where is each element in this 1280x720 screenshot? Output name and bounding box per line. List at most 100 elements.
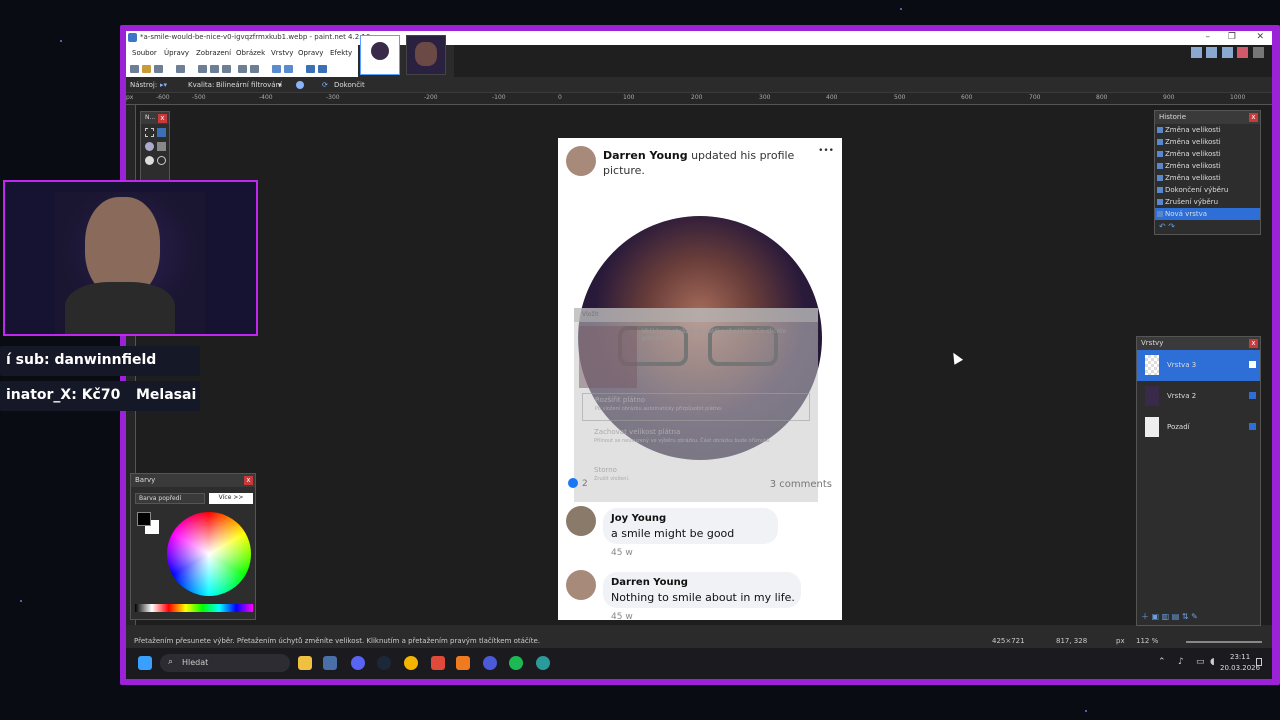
maximize-button[interactable]: ❐ (1228, 32, 1236, 42)
print-icon[interactable] (176, 65, 185, 73)
primary-color-swatch[interactable] (137, 512, 151, 526)
undo-history-icon[interactable]: ↶ ↷ (1159, 222, 1175, 231)
blend-icon[interactable] (296, 81, 304, 89)
clock-date[interactable]: 20.03.2026 (1220, 664, 1260, 672)
history-item[interactable]: Dokončení výběru (1155, 184, 1260, 196)
history-item-selected[interactable]: Nová vrstva (1155, 208, 1260, 220)
tray-chevron-icon[interactable]: ⌃ (1158, 657, 1166, 667)
unit-select[interactable]: px (1116, 637, 1125, 645)
undo-icon[interactable] (272, 65, 281, 73)
layer-visibility-checkbox[interactable] (1249, 361, 1256, 368)
firefox-icon[interactable] (456, 656, 470, 670)
notification-icon[interactable] (1256, 658, 1262, 666)
minimize-button[interactable]: – (1206, 32, 1211, 42)
colors-panel-title: Barvy (135, 476, 156, 484)
move-tool-icon[interactable]: ▸▾ (160, 81, 167, 89)
history-window-icon[interactable] (1206, 47, 1218, 58)
dialog-option-expand[interactable]: Rozšířit plátno Po vložení obrázku autom… (582, 393, 810, 421)
layer-row[interactable]: Vrstva 2 (1137, 381, 1260, 412)
history-item[interactable]: Zrušení výběru (1155, 196, 1260, 208)
menu-layers[interactable]: Vrstvy (271, 49, 293, 57)
discord-icon[interactable] (351, 656, 365, 670)
copy-icon[interactable] (210, 65, 219, 73)
canvas-document[interactable]: Darren Young updated his profile picture… (558, 138, 842, 620)
paste-icon[interactable] (222, 65, 231, 73)
close-icon[interactable]: x (244, 476, 253, 485)
move-selection-icon[interactable] (157, 128, 166, 137)
file-explorer-icon[interactable] (298, 656, 312, 670)
chevron-down-icon[interactable]: ▾ (278, 81, 282, 89)
crop-icon[interactable] (238, 65, 247, 73)
taskbar-search[interactable]: ⌕ Hledat (160, 654, 290, 672)
palette-strip[interactable] (135, 604, 253, 612)
ruler-icon[interactable] (318, 65, 327, 73)
history-item[interactable]: Změna velikosti (1155, 124, 1260, 136)
new-file-icon[interactable] (130, 65, 139, 73)
colors-window-icon[interactable] (1237, 47, 1249, 58)
status-hint: Přetažením přesunete výběr. Přetažením ú… (134, 637, 540, 645)
tools-window-icon[interactable] (1190, 47, 1202, 58)
chrome-icon[interactable] (404, 656, 418, 670)
finish-button[interactable]: Dokončit (334, 81, 365, 89)
volume-icon[interactable]: ◖ (1210, 657, 1215, 667)
image-tab-post[interactable] (360, 35, 400, 75)
tools-panel-header: N... x (141, 112, 169, 124)
close-icon[interactable]: x (1249, 339, 1258, 348)
open-file-icon[interactable] (142, 65, 151, 73)
menu-effects[interactable]: Efekty (330, 49, 352, 57)
paintnet-icon[interactable] (323, 656, 337, 670)
donation-text: inator_X: Kč70 (6, 387, 121, 403)
vpn-icon[interactable] (483, 656, 497, 670)
lasso-icon[interactable] (145, 142, 154, 151)
image-tab-photo[interactable] (406, 35, 446, 75)
layer-actions-icons[interactable]: ＋ ▣ ▥ ▤ ⇅ ✎ (1141, 611, 1198, 622)
history-item[interactable]: Změna velikosti (1155, 148, 1260, 160)
clock-time[interactable]: 23:11 (1230, 653, 1250, 661)
menu-edit[interactable]: Úpravy (164, 49, 189, 57)
network-icon[interactable]: ▭ (1196, 657, 1205, 667)
menu-file[interactable]: Soubor (132, 49, 157, 57)
zoom-icon[interactable] (157, 156, 166, 165)
cut-icon[interactable] (198, 65, 207, 73)
quality-select[interactable]: Bilineární filtrování (216, 81, 282, 89)
layer-row-selected[interactable]: Vrstva 3 (1137, 350, 1260, 381)
comments-count[interactable]: 3 comments (770, 479, 832, 490)
microphone-icon[interactable]: ♪ (1178, 657, 1184, 667)
color-wheel[interactable] (167, 512, 251, 596)
rect-select-icon[interactable] (145, 128, 154, 137)
move-icon[interactable] (157, 142, 166, 151)
color-target-select[interactable]: Barva popředí (135, 493, 205, 504)
ellipse-select-icon[interactable] (145, 156, 154, 165)
layer-visibility-checkbox[interactable] (1249, 423, 1256, 430)
finish-icon[interactable]: ⟳ (322, 81, 328, 89)
more-colors-button[interactable]: Více >> (209, 493, 253, 504)
menu-view[interactable]: Zobrazení (196, 49, 231, 57)
ruler-tick: 300 (759, 94, 771, 101)
close-icon[interactable]: x (158, 114, 167, 123)
layers-window-icon[interactable] (1221, 47, 1233, 58)
zoom-level[interactable]: 112 % (1136, 637, 1158, 645)
deselect-icon[interactable] (250, 65, 259, 73)
layer-row[interactable]: Pozadí (1137, 412, 1260, 443)
start-icon[interactable] (138, 656, 152, 670)
history-item[interactable]: Změna velikosti (1155, 136, 1260, 148)
history-item[interactable]: Změna velikosti (1155, 160, 1260, 172)
menu-adjustments[interactable]: Opravy (298, 49, 323, 57)
layer-visibility-checkbox[interactable] (1249, 392, 1256, 399)
settings-icon[interactable] (1253, 47, 1264, 58)
save-icon[interactable] (154, 65, 163, 73)
close-button[interactable]: ✕ (1256, 32, 1264, 42)
ruler-unit: px (126, 94, 134, 101)
close-icon[interactable]: x (1249, 113, 1258, 122)
ruler-tick: 800 (1096, 94, 1108, 101)
steam-icon[interactable] (377, 656, 391, 670)
zoom-slider[interactable] (1186, 641, 1262, 643)
spotify-icon[interactable] (509, 656, 523, 670)
redo-icon[interactable] (284, 65, 293, 73)
history-item[interactable]: Změna velikosti (1155, 172, 1260, 184)
grid-icon[interactable] (306, 65, 315, 73)
edge-icon[interactable] (536, 656, 550, 670)
dialog-option-keep[interactable]: Zachovat velikost plátna Přilnout se neu… (582, 426, 810, 456)
app-icon[interactable] (431, 656, 445, 670)
menu-image[interactable]: Obrázek (236, 49, 265, 57)
